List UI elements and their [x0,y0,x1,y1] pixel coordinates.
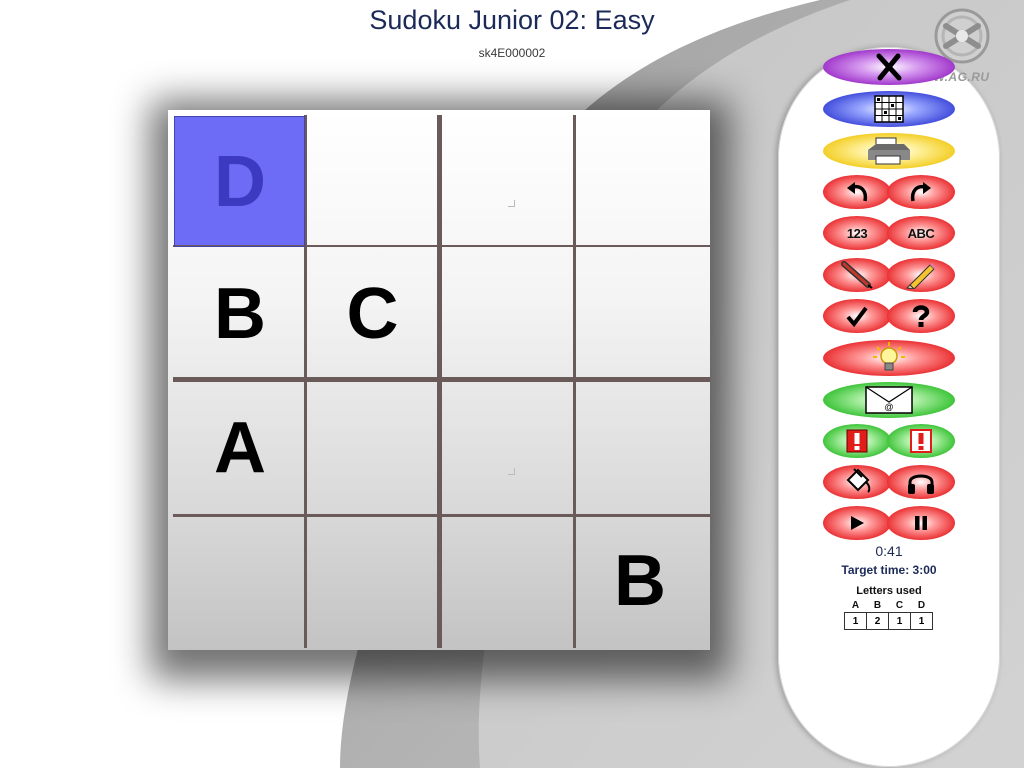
pencil-button[interactable] [887,258,955,292]
email-button[interactable]: @ [823,382,955,418]
new-puzzle-button[interactable] [823,91,955,127]
letter-count: 1 [888,612,911,630]
cell-r1-c4[interactable] [575,117,705,247]
letter-count: 2 [866,612,889,630]
grid-line-v-3 [573,115,576,648]
puzzle-title: Sudoku Junior 02: Easy [369,5,655,35]
undo-button[interactable] [823,175,891,209]
cell-r4-c3[interactable] [440,516,575,646]
alert-button[interactable] [823,424,891,458]
print-button[interactable] [823,133,955,169]
hint-button[interactable] [823,340,955,376]
email-envelope-icon: @ [865,386,913,414]
cell-r2-c3[interactable] [440,247,575,380]
redo-button[interactable] [887,175,955,209]
letter-header: B [873,600,882,611]
paint-bucket-icon [846,468,871,493]
letter-count: 1 [910,612,933,630]
letter-header: D [917,600,926,611]
grid-icon [874,95,904,123]
cell-r3-c4[interactable] [575,380,705,516]
printer-icon [868,137,910,165]
paint-button[interactable] [823,465,891,499]
cell-r3-c2[interactable] [305,380,440,516]
cell-r2-c4[interactable] [575,247,705,380]
grid-line-h-3 [173,514,710,517]
headphones-icon [908,474,934,494]
question-mark-icon [912,305,930,327]
cell-r2-c1[interactable]: B [175,247,305,380]
redo-arrow-icon [910,182,931,202]
cell-r2-c2[interactable]: C [305,247,440,380]
elapsed-timer: 0:41 [875,543,903,559]
email-glyph: @ [884,402,893,412]
letter-header: A [851,600,860,611]
close-x-icon [876,53,902,81]
cell-r4-c2[interactable] [305,516,440,646]
exclamation-icon [846,429,868,453]
close-button[interactable] [823,49,955,85]
numbers-mode-button[interactable]: 123 [823,216,891,250]
letter-count: 1 [844,612,867,630]
cell-r4-c1[interactable] [175,516,305,646]
selection-outline [174,116,305,247]
letters-used-title: Letters used [856,585,922,597]
cell-r4-c4[interactable]: B [575,516,705,646]
play-button[interactable] [823,506,891,540]
audio-button[interactable] [887,465,955,499]
cell-r1-c3[interactable] [440,117,575,247]
letters-mode-button[interactable]: ABC [887,216,955,250]
light-bulb-icon [873,342,905,371]
cell-r1-c2[interactable] [305,117,440,247]
corner-tick [508,200,515,207]
letters-mode-label: ABC [907,225,935,241]
cell-r3-c3[interactable] [440,380,575,516]
grid-line-h-center [173,377,710,382]
undo-arrow-icon [847,182,868,202]
exclamation-outline-icon [910,429,932,453]
numbers-mode-label: 123 [846,225,868,241]
corner-tick [508,468,515,475]
cell-r3-c1[interactable]: A [175,380,305,516]
help-button[interactable] [887,299,955,333]
sudoku-board: D B C A B [168,110,710,650]
pen-button[interactable] [823,258,891,292]
play-icon [851,516,864,530]
check-button[interactable] [823,299,891,333]
check-mark-icon [846,306,868,327]
pause-button[interactable] [887,506,955,540]
letters-used-table: A B C D 1 2 1 1 [844,599,933,630]
pause-icon [915,516,927,530]
letter-header: C [895,600,904,611]
alert-outline-button[interactable] [887,424,955,458]
pen-icon [841,261,873,289]
pencil-icon [905,263,936,289]
target-time: Target time: 3:00 [841,563,937,577]
